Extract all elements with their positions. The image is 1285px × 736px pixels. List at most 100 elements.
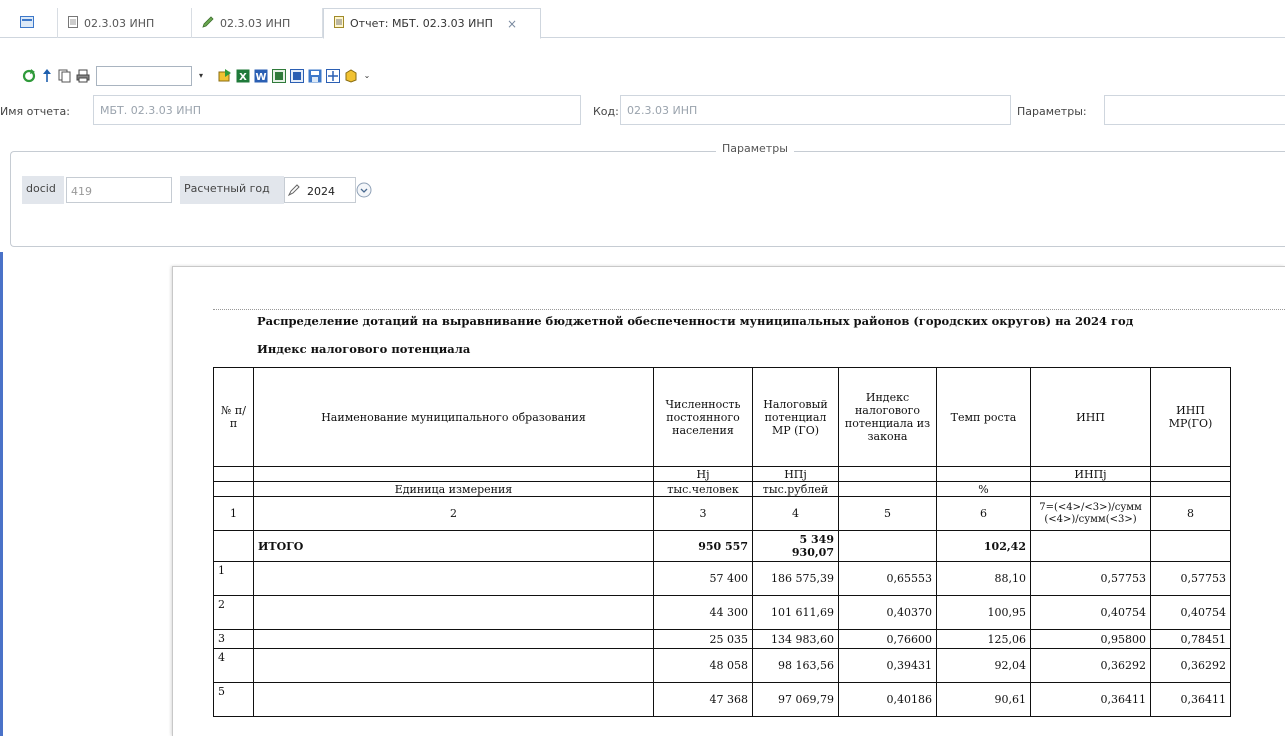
growth-cell: 92,04 (936, 648, 1031, 683)
potential-cell: 186 575,39 (752, 561, 839, 596)
table-row: 4 48 058 98 163,56 0,39431 92,04 0,36292… (213, 648, 1231, 683)
unit-cell (213, 481, 254, 497)
tab-bar: 02.3.03 ИНП 02.3.03 ИНП Отчет: МБТ. 02.3… (0, 0, 1285, 39)
units-label: Единица измерения (253, 481, 654, 497)
index-law-cell: 0,40186 (838, 682, 937, 717)
growth-cell: 125,06 (936, 629, 1031, 649)
left-border (0, 252, 3, 736)
report-icon (334, 16, 344, 31)
tab-edit[interactable]: 02.3.03 ИНП (192, 8, 323, 38)
copy-icon[interactable] (58, 69, 72, 83)
potential-cell: 101 611,69 (752, 595, 839, 630)
unit-cell: тыс.человек (653, 481, 753, 497)
clear-icon[interactable] (287, 183, 301, 200)
pencil-icon (202, 15, 214, 31)
total-growth: 102,42 (936, 530, 1031, 562)
export-icon[interactable] (218, 69, 232, 83)
potential-cell: 97 069,79 (752, 682, 839, 717)
document-icon (68, 15, 78, 31)
header-cell: Темп роста (936, 367, 1031, 467)
tab-label: Отчет: МБТ. 02.3.03 ИНП (350, 17, 493, 30)
symbol-cell: Hj (653, 466, 753, 482)
header-cell: Наименование муниципального образования (253, 367, 654, 467)
symbol-cell (936, 466, 1031, 482)
tab-document[interactable]: 02.3.03 ИНП (58, 8, 192, 38)
tab-label: 02.3.03 ИНП (84, 16, 155, 30)
move-icon[interactable] (326, 69, 340, 83)
report-table: № п/п Наименование муниципального образо… (213, 367, 1231, 717)
svg-text:X: X (239, 72, 247, 83)
tab-label: 02.3.03 ИНП (220, 16, 291, 30)
doc-export-icon[interactable] (290, 69, 304, 83)
year-value: 2024 (307, 185, 335, 198)
docid-field[interactable]: 419 (66, 177, 172, 203)
total-cell (1030, 530, 1151, 562)
word-icon[interactable]: W (254, 69, 268, 83)
potential-cell: 134 983,60 (752, 629, 839, 649)
col-number-cell: 3 (653, 496, 753, 531)
sheet-export-icon[interactable] (272, 69, 286, 83)
population-cell: 57 400 (653, 561, 753, 596)
municipality-name (253, 629, 654, 649)
total-cell (213, 530, 254, 562)
inp-cell: 0,36411 (1030, 682, 1151, 717)
inp-mr-cell: 0,57753 (1150, 561, 1231, 596)
row-number: 2 (213, 595, 254, 630)
symbol-cell: НПj (752, 466, 839, 482)
chevron-down-icon[interactable]: ▾ (196, 66, 206, 86)
growth-cell: 88,10 (936, 561, 1031, 596)
symbol-cell (1150, 466, 1231, 482)
refresh-icon[interactable] (22, 69, 36, 83)
params-field[interactable] (1104, 95, 1285, 125)
close-icon[interactable]: × (507, 17, 517, 31)
header-cell: ИНП МР(ГО) (1150, 367, 1231, 467)
total-population: 950 557 (653, 530, 753, 562)
inp-cell: 0,40754 (1030, 595, 1151, 630)
col-number-cell: 2 (253, 496, 654, 531)
total-cell (838, 530, 937, 562)
symbol-cell (838, 466, 937, 482)
header-row: № п/п Наименование муниципального образо… (213, 367, 1231, 467)
svg-text:W: W (255, 72, 266, 83)
population-cell: 44 300 (653, 595, 753, 630)
row-number: 4 (213, 648, 254, 683)
municipality-name (253, 561, 654, 596)
col-number-cell: 1 (213, 496, 254, 531)
inp-mr-cell: 0,78451 (1150, 629, 1231, 649)
row-number: 3 (213, 629, 254, 649)
col-number-cell: 8 (1150, 496, 1231, 531)
total-cell (1150, 530, 1231, 562)
index-law-cell: 0,40370 (838, 595, 937, 630)
growth-cell: 100,95 (936, 595, 1031, 630)
row-number: 5 (213, 682, 254, 717)
code-field[interactable]: 02.3.03 ИНП (620, 95, 1011, 125)
column-numbers-row: 1 2 3 4 5 6 7=(<4>/<3>)/сумм (<4>)/сумм(… (213, 496, 1231, 531)
table-row: 1 57 400 186 575,39 0,65553 88,10 0,5775… (213, 561, 1231, 596)
header-cell: Индекс налогового потенциала из закона (838, 367, 937, 467)
municipality-name (253, 648, 654, 683)
save-icon[interactable] (308, 69, 322, 83)
table-row: 3 25 035 134 983,60 0,76600 125,06 0,958… (213, 629, 1231, 649)
units-row: Единица измерения тыс.человек тыс.рублей… (213, 481, 1231, 497)
chevron-down-icon[interactable] (356, 182, 372, 201)
tab-report[interactable]: Отчет: МБТ. 02.3.03 ИНП × (323, 8, 541, 39)
box-icon[interactable] (344, 69, 358, 83)
toolbar-select[interactable] (96, 66, 192, 86)
arrow-up-icon[interactable] (40, 69, 54, 83)
unit-cell: % (936, 481, 1031, 497)
docid-label: docid (22, 176, 64, 204)
table-row: 2 44 300 101 611,69 0,40370 100,95 0,407… (213, 595, 1231, 630)
excel-icon[interactable]: X (236, 69, 250, 83)
col-number-cell: 4 (752, 496, 839, 531)
unit-cell: тыс.рублей (752, 481, 839, 497)
population-cell: 25 035 (653, 629, 753, 649)
report-name-field[interactable]: МБТ. 02.3.03 ИНП (93, 95, 581, 125)
unit-cell (1030, 481, 1151, 497)
inp-mr-cell: 0,40754 (1150, 595, 1231, 630)
inp-mr-cell: 0,36411 (1150, 682, 1231, 717)
index-law-cell: 0,39431 (838, 648, 937, 683)
tab-home[interactable] (14, 8, 58, 38)
more-icon[interactable]: ⌄ (362, 66, 372, 86)
grid-icon (20, 15, 34, 31)
print-icon[interactable] (76, 69, 90, 83)
